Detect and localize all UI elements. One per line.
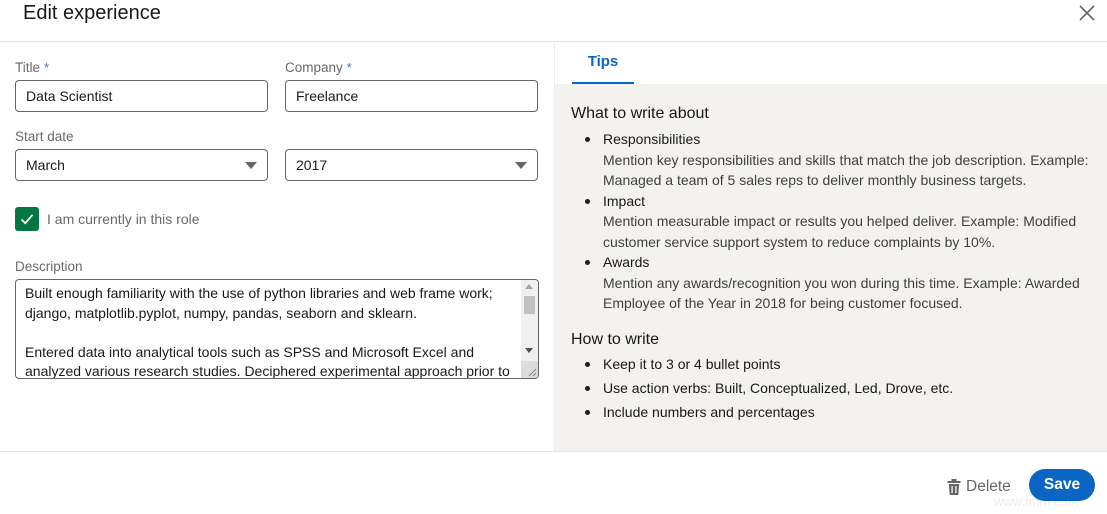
required-marker: * [44,60,50,75]
bullet-icon [585,260,590,265]
start-date-label: Start date [15,129,74,144]
item-body: Mention any awards/recognition you won d… [603,274,1080,312]
description-textarea[interactable]: Built enough familiarity with the use of… [15,279,539,379]
list-item: Include numbers and percentages [571,402,1091,423]
company-label-text: Company [285,60,343,75]
modal-header: Edit experience [0,0,1107,42]
list-item: Use action verbs: Built, Conceptualized,… [571,378,1091,399]
title-label-text: Title [15,60,41,75]
company-input[interactable]: Freelance [285,80,538,112]
start-year-select[interactable]: 2017 [285,149,538,181]
trash-icon [947,479,961,495]
tips-content: What to write about Responsibilities Men… [555,84,1107,451]
what-to-write-list: Responsibilities Mention key responsibil… [571,129,1091,314]
what-to-write-heading: What to write about [571,105,709,122]
start-month-value: March [26,157,65,173]
checkmark-icon [20,214,34,225]
required-marker: * [346,60,352,75]
item-body: Mention measurable impact or results you… [603,213,1077,250]
description-text[interactable]: Built enough familiarity with the use of… [25,284,520,378]
resize-handle[interactable] [521,361,538,378]
bullet-icon [585,386,590,391]
how-to-write-list: Keep it to 3 or 4 bullet points Use acti… [571,354,1091,426]
close-button[interactable] [1077,3,1097,23]
modal-title: Edit experience [23,2,161,24]
title-input[interactable]: Data Scientist [15,80,268,112]
scroll-up-arrow-icon[interactable] [525,284,533,289]
current-role-checkbox[interactable] [15,207,39,231]
bullet-icon [585,362,590,367]
company-label: Company * [285,60,352,75]
close-icon [1079,5,1095,21]
title-label: Title * [15,60,49,75]
how-to-write-heading: How to write [571,331,660,348]
modal-footer: Delete Save [0,451,1107,514]
item-title: Awards [603,254,650,270]
list-item: Keep it to 3 or 4 bullet points [571,354,1091,375]
start-year-value: 2017 [296,157,328,173]
chevron-down-icon [515,162,527,169]
tips-tabs: Tips [555,42,1107,84]
description-label: Description [15,259,83,274]
item-text: Include numbers and percentages [603,404,815,420]
item-body: Mention key responsibilities and skills … [603,151,1089,189]
item-title: Impact [603,192,646,209]
scroll-down-arrow-icon[interactable] [525,348,533,353]
chevron-down-icon [245,162,257,169]
bullet-icon [585,198,590,204]
tab-tips[interactable]: Tips [572,42,634,84]
watermark: www.fmm.com [994,494,1079,509]
scrollbar-thumb[interactable] [524,296,535,314]
current-role-label[interactable]: I am currently in this role [47,211,200,227]
list-item: Responsibilities Mention key responsibil… [571,129,1091,191]
list-item: Impact Mention measurable impact or resu… [571,191,1091,253]
form-panel: Title * Data Scientist Company * Freelance… [0,42,554,451]
resize-grip-icon [528,368,537,377]
item-title: Responsibilities [603,131,701,147]
list-item: Awards Mention any awards/recognition yo… [571,252,1091,314]
start-month-select[interactable]: March [15,149,268,181]
tips-panel: Tips What to write about Responsibilitie… [554,42,1107,451]
item-text: Keep it to 3 or 4 bullet points [603,356,781,372]
item-text: Use action verbs: Built, Conceptualized,… [603,380,954,396]
bullet-icon [585,137,590,142]
bullet-icon [585,410,590,415]
